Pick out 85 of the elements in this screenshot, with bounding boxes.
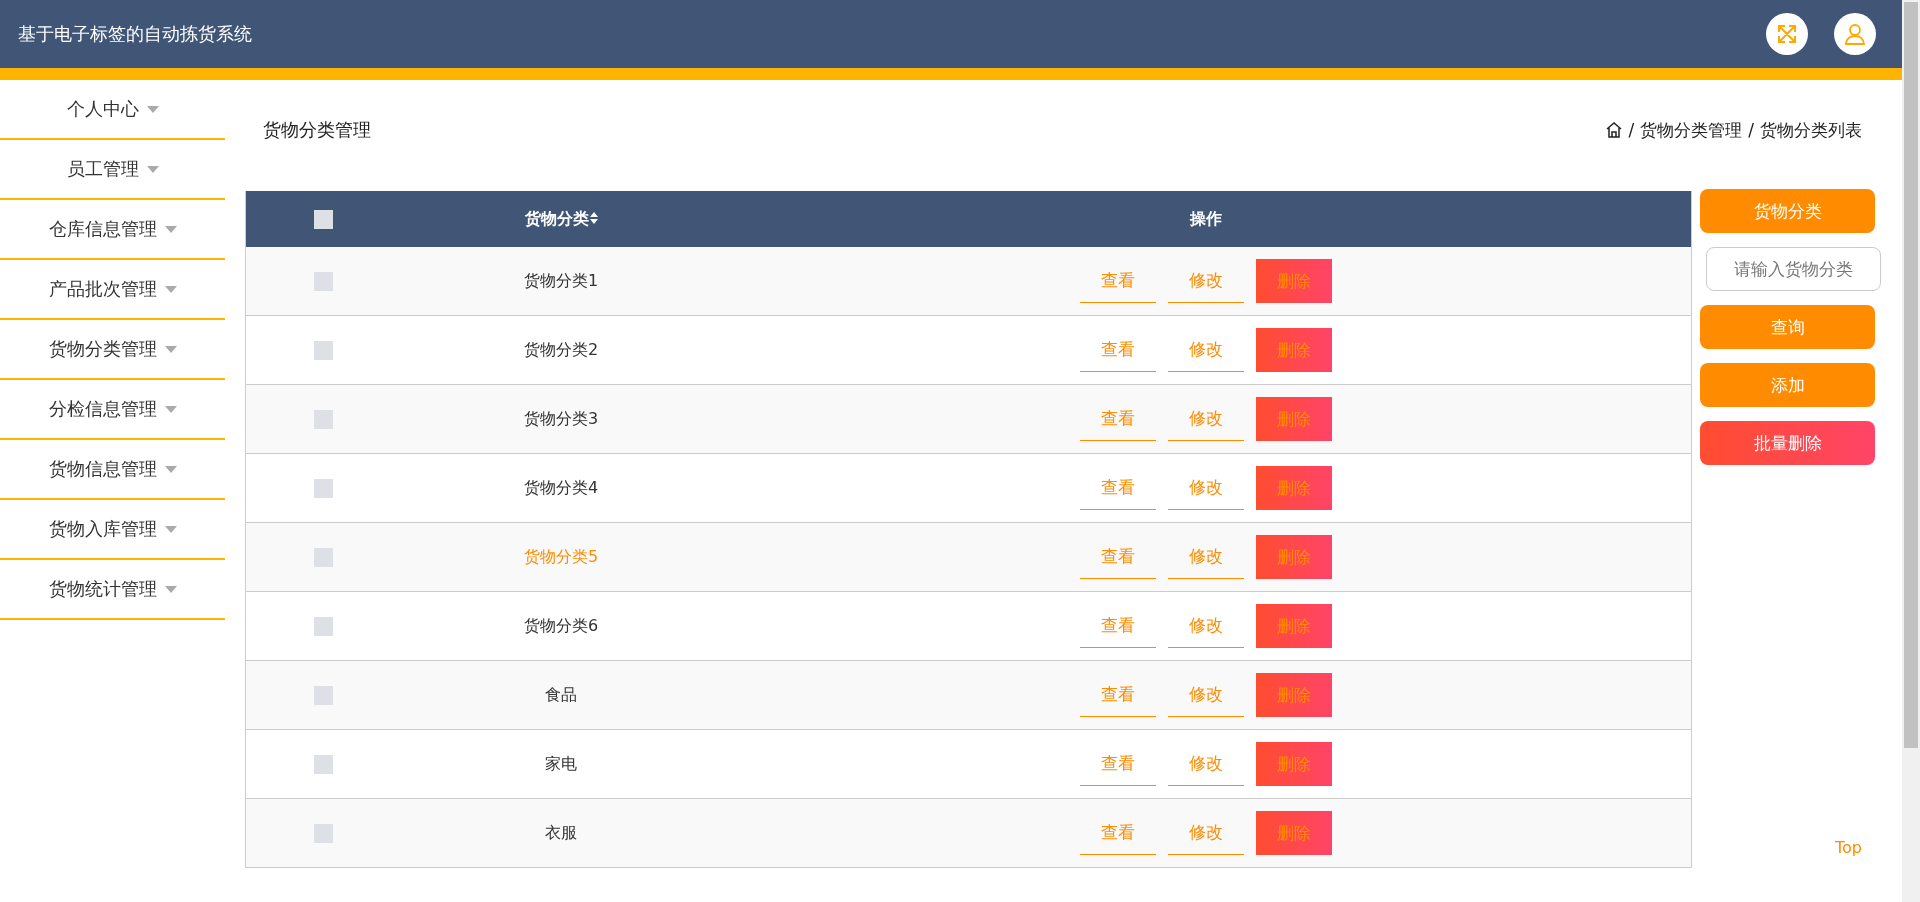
- sidebar-item[interactable]: 产品批次管理: [0, 260, 225, 320]
- edit-button[interactable]: 修改: [1168, 811, 1244, 855]
- breadcrumb-link[interactable]: 货物分类列表: [1760, 118, 1862, 142]
- caret-icon: [146, 165, 159, 173]
- row-checkbox[interactable]: [314, 548, 333, 567]
- table-cell: 货物分类5: [523, 546, 599, 566]
- sort-icon[interactable]: [589, 211, 598, 224]
- delete-button[interactable]: 删除: [1256, 259, 1332, 303]
- column-header: 操作: [1190, 208, 1222, 228]
- caret-icon: [164, 345, 177, 353]
- edit-button[interactable]: 修改: [1168, 259, 1244, 303]
- sidebar-item[interactable]: 仓库信息管理: [0, 200, 225, 260]
- delete-button[interactable]: 删除: [1256, 466, 1332, 510]
- user-button[interactable]: [1834, 13, 1876, 55]
- sidebar-item[interactable]: 分检信息管理: [0, 380, 225, 440]
- view-button[interactable]: 查看: [1080, 535, 1156, 579]
- table-cell: 货物分类2: [523, 339, 599, 359]
- edit-button[interactable]: 修改: [1168, 673, 1244, 717]
- action-button[interactable]: 查询: [1700, 305, 1875, 349]
- table-cell: 衣服: [545, 822, 577, 842]
- caret-icon: [146, 105, 159, 113]
- row-checkbox[interactable]: [314, 824, 333, 843]
- view-button[interactable]: 查看: [1080, 811, 1156, 855]
- table-cell: 货物分类1: [523, 270, 599, 290]
- sidebar-item[interactable]: 货物统计管理: [0, 560, 225, 620]
- caret-icon: [164, 465, 177, 473]
- row-checkbox[interactable]: [314, 617, 333, 636]
- delete-button[interactable]: 删除: [1256, 673, 1332, 717]
- edit-button[interactable]: 修改: [1168, 466, 1244, 510]
- back-to-top-link[interactable]: Top: [1835, 838, 1862, 857]
- delete-button[interactable]: 删除: [1256, 742, 1332, 786]
- sidebar-item[interactable]: 货物信息管理: [0, 440, 225, 500]
- breadcrumb-separator: /: [1628, 120, 1635, 140]
- table-cell: 食品: [545, 684, 577, 704]
- search-field[interactable]: 请输入货物分类: [1706, 247, 1881, 291]
- table-cell: 货物分类3: [523, 408, 599, 428]
- column-header[interactable]: 货物分类: [524, 208, 598, 228]
- app-title: 基于电子标签的自动拣货系统: [18, 22, 252, 46]
- edit-button[interactable]: 修改: [1168, 604, 1244, 648]
- caret-icon: [164, 405, 177, 413]
- select-all-checkbox[interactable]: [314, 210, 333, 229]
- delete-button[interactable]: 删除: [1256, 811, 1332, 855]
- caret-icon: [164, 525, 177, 533]
- edit-button[interactable]: 修改: [1168, 742, 1244, 786]
- caret-icon: [164, 585, 177, 593]
- row-checkbox[interactable]: [314, 755, 333, 774]
- sidebar-item[interactable]: 个人中心: [0, 80, 225, 140]
- batch-delete-button[interactable]: 批量删除: [1700, 421, 1875, 465]
- view-button[interactable]: 查看: [1080, 466, 1156, 510]
- edit-button[interactable]: 修改: [1168, 328, 1244, 372]
- caret-icon: [164, 285, 177, 293]
- field-label: 货物分类: [1700, 189, 1875, 233]
- sidebar-item[interactable]: 货物入库管理: [0, 500, 225, 560]
- view-button[interactable]: 查看: [1080, 259, 1156, 303]
- caret-icon: [164, 225, 177, 233]
- table-cell: 货物分类6: [523, 615, 599, 635]
- view-button[interactable]: 查看: [1080, 397, 1156, 441]
- action-button[interactable]: 添加: [1700, 363, 1875, 407]
- delete-button[interactable]: 删除: [1256, 604, 1332, 648]
- sidebar-item[interactable]: 货物分类管理: [0, 320, 225, 380]
- table-cell: 货物分类4: [523, 477, 599, 497]
- row-checkbox[interactable]: [314, 341, 333, 360]
- page-title: 货物分类管理: [263, 118, 371, 142]
- scrollbar[interactable]: [1902, 0, 1920, 902]
- row-checkbox[interactable]: [314, 410, 333, 429]
- fullscreen-button[interactable]: [1766, 13, 1808, 55]
- home-icon[interactable]: [1604, 121, 1623, 139]
- sidebar-item[interactable]: 员工管理: [0, 140, 225, 200]
- user-icon: [1844, 23, 1866, 45]
- edit-button[interactable]: 修改: [1168, 535, 1244, 579]
- row-checkbox[interactable]: [314, 479, 333, 498]
- row-checkbox[interactable]: [314, 686, 333, 705]
- breadcrumb-link[interactable]: 货物分类管理: [1640, 118, 1743, 142]
- view-button[interactable]: 查看: [1080, 604, 1156, 648]
- delete-button[interactable]: 删除: [1256, 328, 1332, 372]
- table-cell: 家电: [545, 753, 577, 773]
- view-button[interactable]: 查看: [1080, 328, 1156, 372]
- row-checkbox[interactable]: [314, 272, 333, 291]
- breadcrumb-separator: /: [1748, 120, 1754, 140]
- delete-button[interactable]: 删除: [1256, 397, 1332, 441]
- edit-button[interactable]: 修改: [1168, 397, 1244, 441]
- delete-button[interactable]: 删除: [1256, 535, 1332, 579]
- expand-icon: [1776, 23, 1798, 45]
- view-button[interactable]: 查看: [1080, 673, 1156, 717]
- view-button[interactable]: 查看: [1080, 742, 1156, 786]
